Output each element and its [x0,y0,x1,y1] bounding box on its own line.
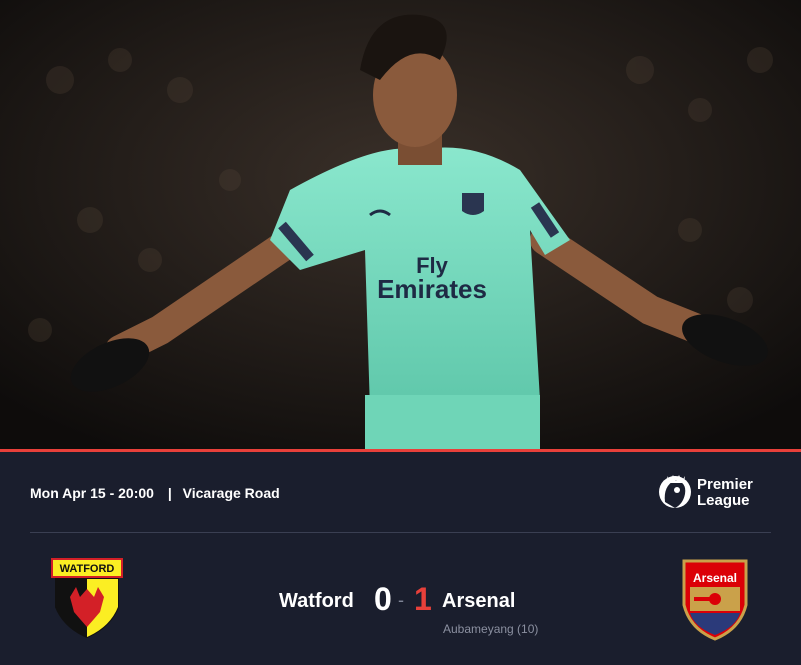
competition-line1: Premier [697,476,753,493]
match-date-time: Mon Apr 15 - 20:00 [30,485,154,501]
score-row: Watford 0 - 1 Arsenal [0,582,801,622]
shirt-sponsor-line2: Emirates [377,274,487,304]
match-venue: Vicarage Road [182,485,280,501]
match-info-panel: Mon Apr 15 - 20:00 | Vicarage Road Premi… [0,452,801,665]
player-illustration: Fly Emirates [0,0,801,449]
away-score: 1 [414,581,432,617]
competition-line2: League [697,492,750,509]
divider [30,532,771,533]
lion-icon [659,475,691,508]
premier-league-logo: Premier League [657,472,767,516]
watford-crest-text: WATFORD [60,563,115,575]
hero-photo: Fly Emirates [0,0,801,449]
score-dash: - [398,590,404,610]
competition-name: Premier League [697,477,753,509]
home-score: 0 [374,581,392,617]
match-meta: Mon Apr 15 - 20:00 | Vicarage Road [30,485,280,501]
away-scorers: Aubameyang (10) [443,622,539,636]
match-card: Fly Emirates Mon Apr 15 - 20:00 | Vicara… [0,0,801,665]
meta-separator: | [167,485,172,501]
home-team-name[interactable]: Watford [279,590,354,613]
away-team-name[interactable]: Arsenal [442,590,515,613]
